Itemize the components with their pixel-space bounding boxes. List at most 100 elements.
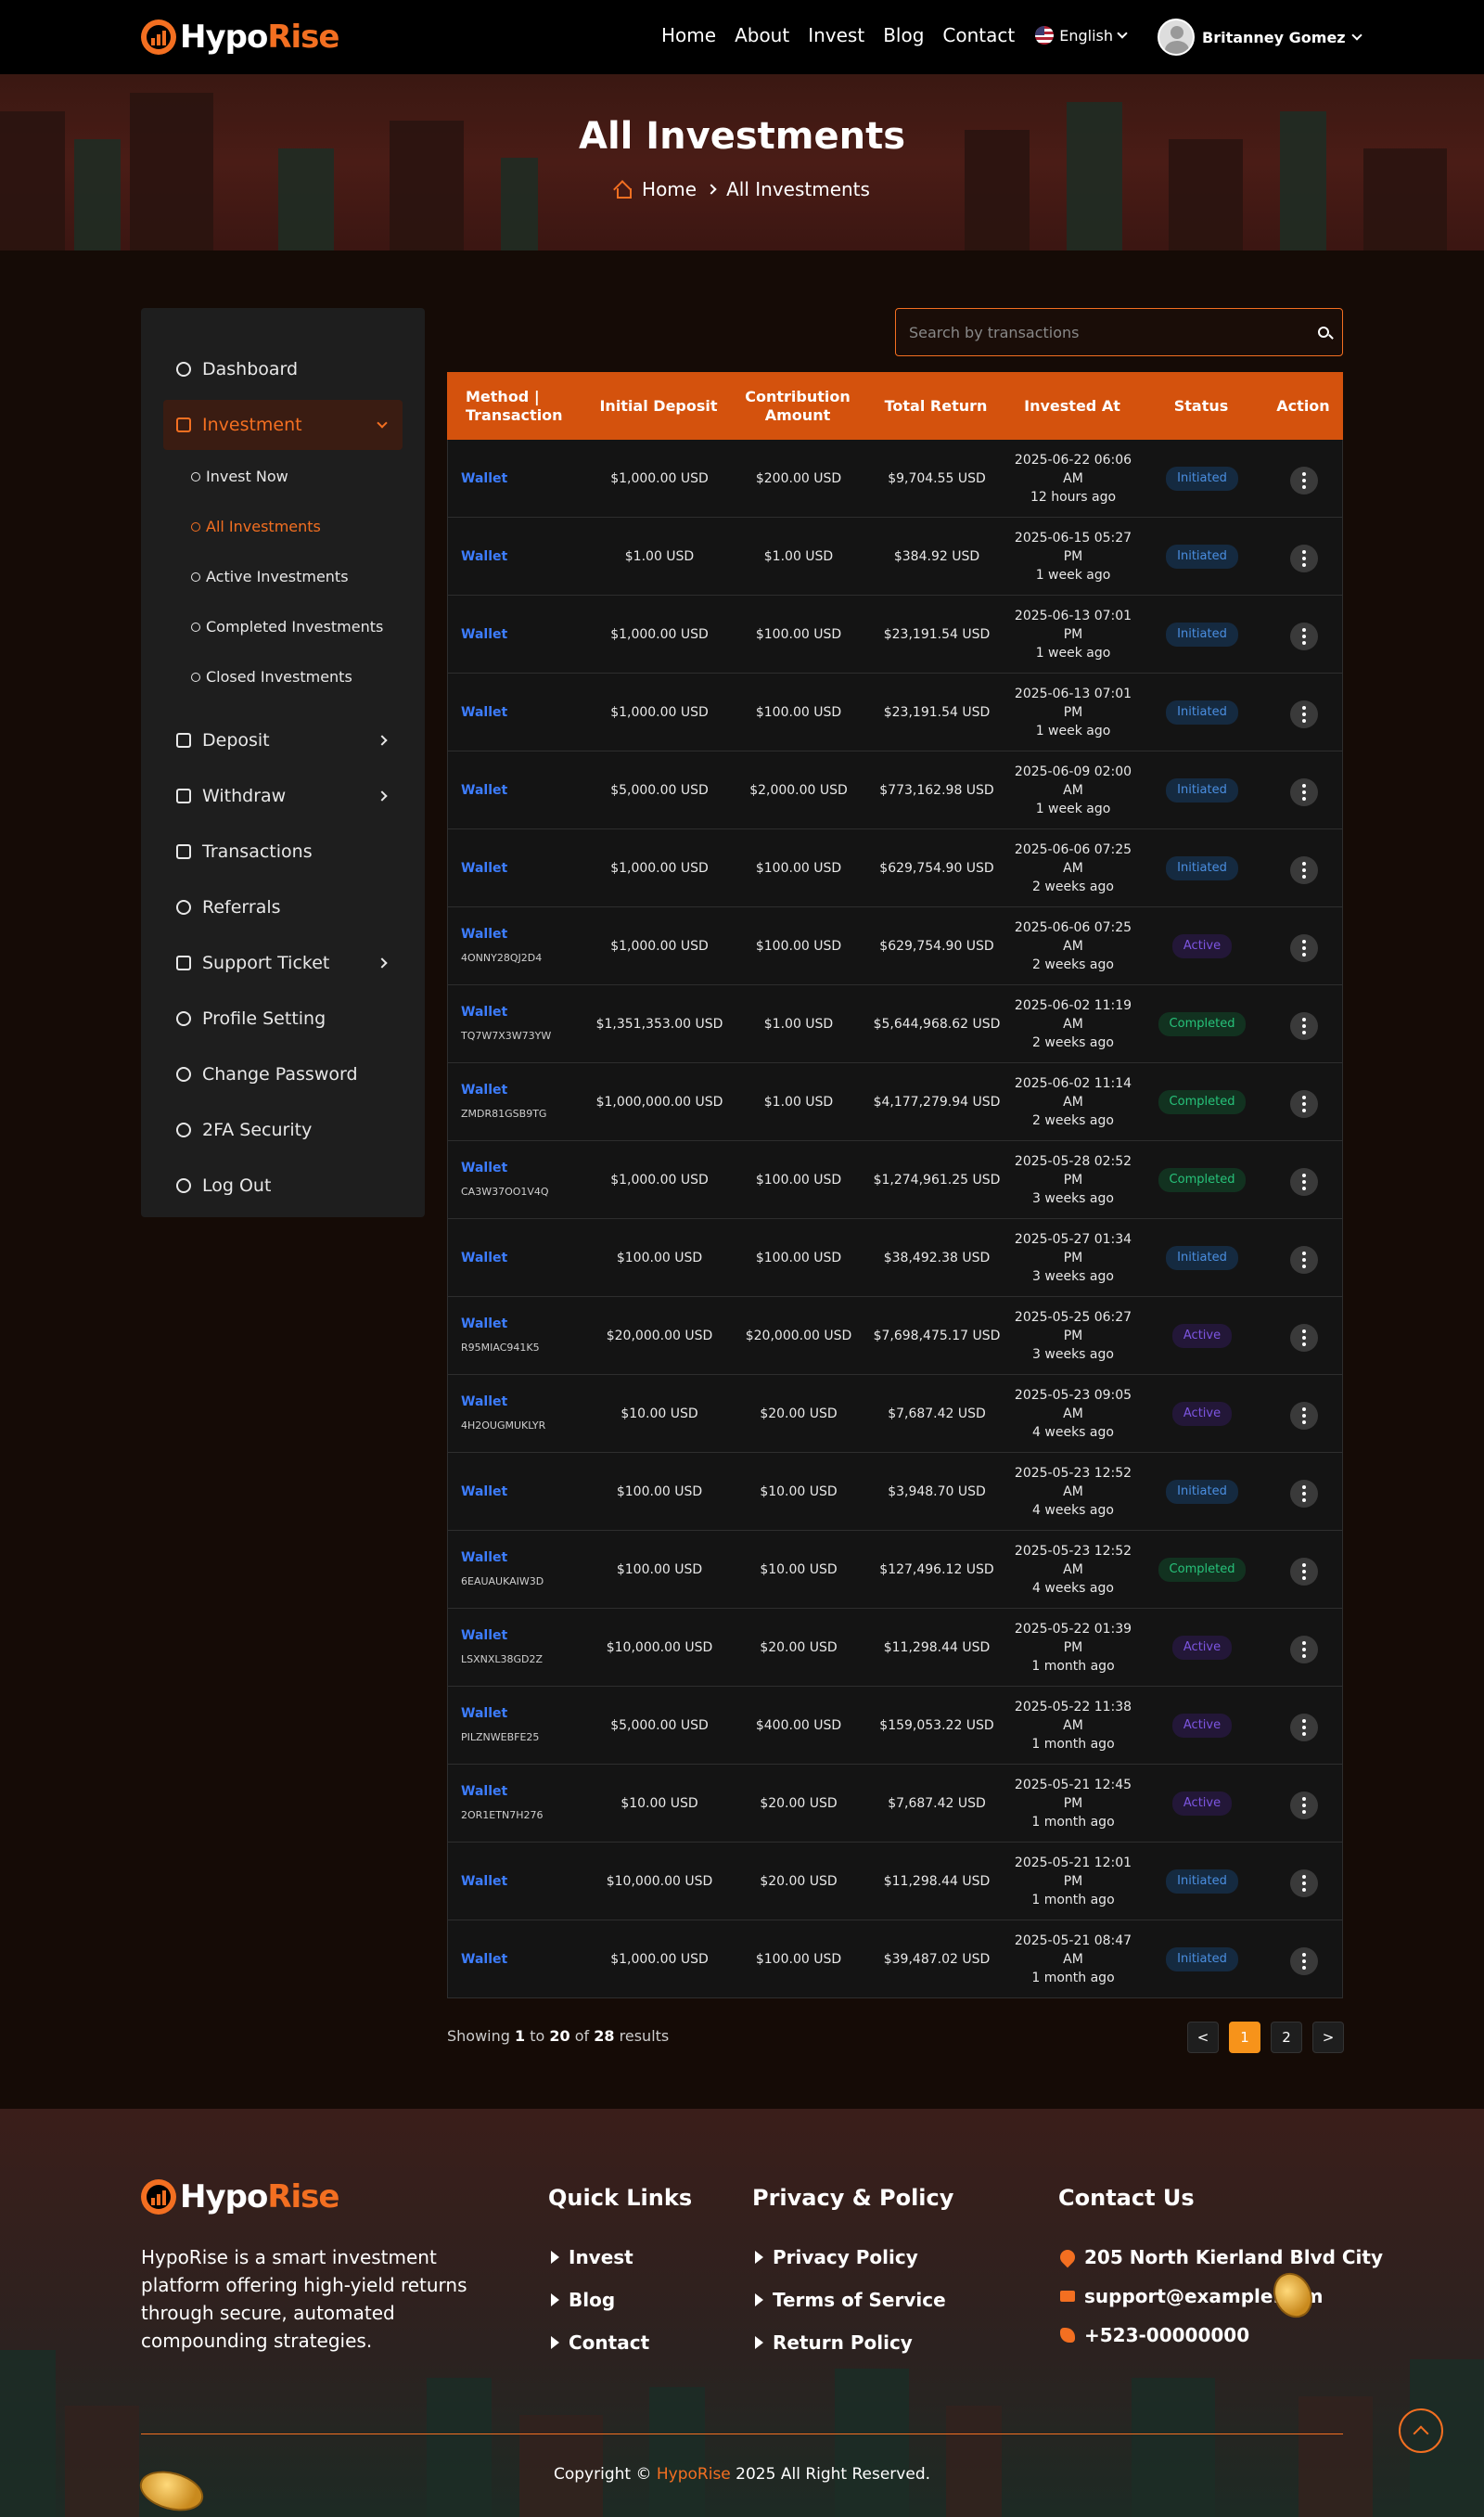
sidebar-sub-completed-investments[interactable]: Completed Investments	[191, 618, 383, 636]
language-selector[interactable]: English	[1035, 26, 1128, 45]
total-return-cell: $39,487.02 USD	[883, 1951, 991, 1967]
sidebar-item-change-password[interactable]: Change Password	[163, 1049, 403, 1099]
page-1-button[interactable]: 1	[1229, 2022, 1260, 2053]
sidebar-item-referrals[interactable]: Referrals	[163, 882, 403, 932]
method-link[interactable]: Wallet	[461, 1626, 585, 1645]
method-link[interactable]: Wallet	[461, 781, 585, 800]
method-link[interactable]: Wallet	[461, 925, 585, 944]
caret-right-icon	[551, 2293, 559, 2306]
more-options-icon[interactable]	[1290, 466, 1318, 494]
user-menu[interactable]: Britanney Gomez	[1158, 19, 1362, 56]
search-input[interactable]	[909, 323, 1318, 341]
sidebar-item-log-out[interactable]: Log Out	[163, 1161, 403, 1211]
footer-link-terms[interactable]: Terms of Service	[755, 2289, 946, 2311]
footer-link-contact[interactable]: Contact	[551, 2331, 649, 2354]
method-link[interactable]: Wallet	[461, 1782, 585, 1801]
sidebar-item-support-ticket[interactable]: Support Ticket	[163, 938, 403, 988]
method-link[interactable]: Wallet	[461, 1159, 585, 1177]
more-options-icon[interactable]	[1290, 1946, 1318, 1975]
invested-date: 2025-06-22 06:06 AM	[1014, 452, 1132, 486]
more-options-icon[interactable]	[1290, 1479, 1318, 1508]
logo[interactable]: HypoRise	[141, 19, 339, 56]
initial-deposit-cell: $5,000.00 USD	[610, 1717, 709, 1733]
nav-home[interactable]: Home	[661, 24, 716, 46]
transaction-id: 4H2OUGMUKLYR	[461, 1419, 546, 1432]
sidebar-item-deposit[interactable]: Deposit	[163, 715, 403, 765]
method-link[interactable]: Wallet	[461, 1483, 585, 1501]
more-options-icon[interactable]	[1290, 855, 1318, 884]
more-options-icon[interactable]	[1290, 1245, 1318, 1274]
copyright-brand[interactable]: HypoRise	[657, 2465, 731, 2484]
footer-link-return-policy[interactable]: Return Policy	[755, 2331, 913, 2354]
more-options-icon[interactable]	[1290, 622, 1318, 650]
more-options-icon[interactable]	[1290, 777, 1318, 806]
method-link[interactable]: Wallet	[461, 547, 585, 566]
method-link[interactable]: Wallet	[461, 1704, 585, 1723]
table-row: Wallet $100.00 USD $10.00 USD $3,948.70 USD…	[447, 1453, 1343, 1531]
chevron-down-icon	[1350, 30, 1362, 41]
method-link[interactable]: Wallet	[461, 1081, 585, 1099]
prev-page-button[interactable]: <	[1187, 2022, 1219, 2053]
status-cell: Initiated	[1140, 1245, 1264, 1270]
method-cell: Wallet TQ7W7X3W73YW	[448, 1003, 589, 1046]
next-page-button[interactable]: >	[1312, 2022, 1344, 2053]
method-link[interactable]: Wallet	[461, 1249, 585, 1267]
footer-logo[interactable]: HypoRise	[141, 2178, 339, 2215]
status-badge: Initiated	[1166, 1479, 1238, 1504]
more-options-icon[interactable]	[1290, 1713, 1318, 1741]
sidebar-item-2fa-security[interactable]: 2FA Security	[163, 1105, 403, 1155]
method-link[interactable]: Wallet	[461, 1950, 585, 1969]
method-link[interactable]: Wallet	[461, 625, 585, 644]
invested-at-cell: 2025-06-02 11:14 AM 2 weeks ago	[1006, 1074, 1140, 1130]
sidebar-sub-active-investments[interactable]: Active Investments	[191, 568, 349, 585]
status-cell: Active	[1140, 1401, 1264, 1426]
method-link[interactable]: Wallet	[461, 859, 585, 878]
sidebar-item-profile-setting[interactable]: Profile Setting	[163, 994, 403, 1044]
more-options-icon[interactable]	[1290, 933, 1318, 962]
sidebar-item-investment[interactable]: Investment	[163, 400, 403, 450]
sidebar-item-transactions[interactable]: Transactions	[163, 827, 403, 877]
chevron-right-icon	[377, 735, 388, 746]
method-link[interactable]: Wallet	[461, 1548, 585, 1567]
more-options-icon[interactable]	[1290, 1635, 1318, 1663]
more-options-icon[interactable]	[1290, 1791, 1318, 1819]
sidebar-sub-closed-investments[interactable]: Closed Investments	[191, 668, 352, 686]
more-options-icon[interactable]	[1290, 1401, 1318, 1430]
contribution-cell: $400.00 USD	[755, 1717, 842, 1733]
contact-phone[interactable]: +523-00000000	[1060, 2324, 1249, 2346]
sidebar-item-dashboard[interactable]: Dashboard	[163, 344, 403, 394]
method-link[interactable]: Wallet	[461, 469, 585, 488]
method-link[interactable]: Wallet	[461, 1872, 585, 1891]
more-options-icon[interactable]	[1290, 1089, 1318, 1118]
total-return-cell: $1,274,961.25 USD	[873, 1172, 1001, 1188]
method-cell: Wallet	[448, 1249, 589, 1267]
more-options-icon[interactable]	[1290, 1167, 1318, 1196]
nav-about[interactable]: About	[735, 24, 789, 46]
method-link[interactable]: Wallet	[461, 1393, 585, 1411]
footer-link-privacy-policy[interactable]: Privacy Policy	[755, 2246, 918, 2268]
more-options-icon[interactable]	[1290, 1868, 1318, 1897]
sidebar-sub-invest-now[interactable]: Invest Now	[191, 468, 288, 485]
more-options-icon[interactable]	[1290, 1011, 1318, 1040]
invested-ago: 2 weeks ago	[1032, 1112, 1114, 1128]
back-to-top-button[interactable]	[1399, 2408, 1443, 2453]
more-options-icon[interactable]	[1290, 700, 1318, 728]
nav-contact[interactable]: Contact	[942, 24, 1015, 46]
sidebar-sub-all-investments[interactable]: All Investments	[191, 518, 321, 535]
footer-link-blog[interactable]: Blog	[551, 2289, 615, 2311]
more-options-icon[interactable]	[1290, 1323, 1318, 1352]
sidebar-item-withdraw[interactable]: Withdraw	[163, 771, 403, 821]
more-options-icon[interactable]	[1290, 544, 1318, 572]
breadcrumb-home[interactable]: Home	[642, 178, 697, 200]
method-link[interactable]: Wallet	[461, 1003, 585, 1021]
method-link[interactable]: Wallet	[461, 703, 585, 722]
search-icon[interactable]	[1318, 327, 1329, 338]
page-2-button[interactable]: 2	[1271, 2022, 1302, 2053]
method-link[interactable]: Wallet	[461, 1315, 585, 1333]
total-return-cell: $629,754.90 USD	[879, 938, 994, 954]
nav-blog[interactable]: Blog	[883, 24, 924, 46]
footer-link-invest[interactable]: Invest	[551, 2246, 633, 2268]
more-options-icon[interactable]	[1290, 1557, 1318, 1586]
nav-invest[interactable]: Invest	[808, 24, 864, 46]
table-row: Wallet 2OR1ETN7H276 $10.00 USD $20.00 USD $7…	[447, 1765, 1343, 1843]
